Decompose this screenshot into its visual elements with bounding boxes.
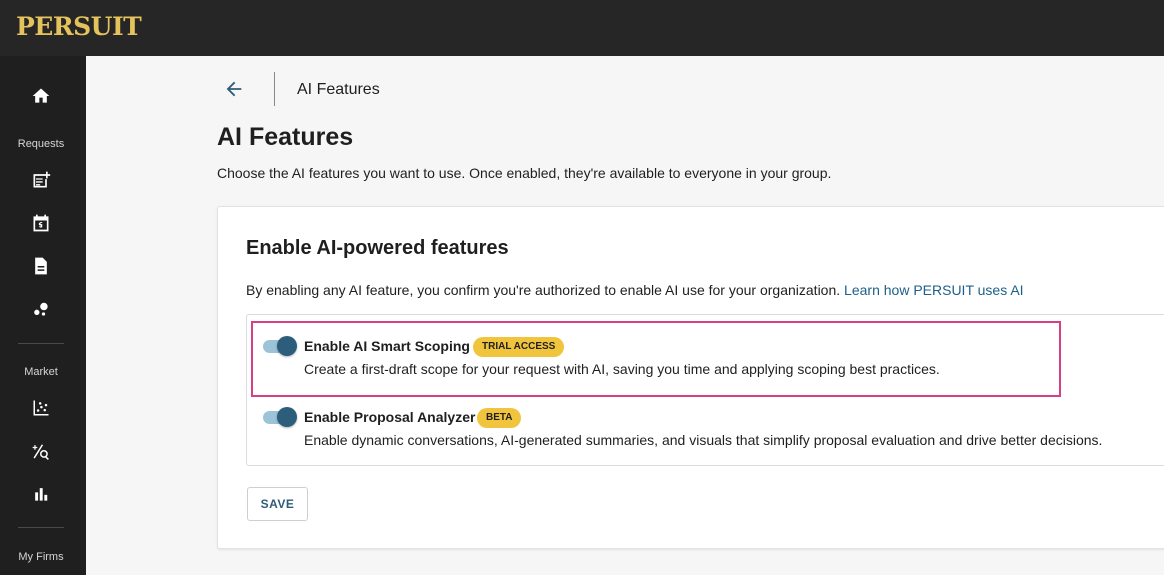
card-description: By enabling any AI feature, you confirm … [246, 282, 1024, 298]
beta-badge: BETA [477, 408, 522, 428]
feature-description: Enable dynamic conversations, AI-generat… [304, 432, 1103, 448]
page-description: Choose the AI features you want to use. … [217, 165, 832, 181]
card-title: Enable AI-powered features [246, 237, 509, 259]
arrow-left-icon[interactable] [223, 78, 245, 100]
page-title: AI Features [217, 123, 354, 151]
toggle-thumb [277, 407, 297, 427]
ai-features-card: Enable AI-powered features By enabling a… [217, 206, 1164, 549]
breadcrumb-current: AI Features [297, 81, 380, 98]
home-icon[interactable] [30, 85, 52, 107]
main-content: AI Features AI Features Choose the AI fe… [86, 56, 1164, 575]
card-description-text: By enabling any AI feature, you confirm … [246, 282, 841, 298]
scatter-chart-icon[interactable] [30, 397, 52, 419]
proposal-analyzer-toggle[interactable] [261, 407, 297, 427]
feature-description: Create a first-draft scope for your requ… [304, 361, 940, 377]
top-bar: PERSUIT [0, 0, 1164, 56]
highlight-annotation [251, 321, 1061, 397]
breadcrumb-divider [274, 72, 275, 106]
bar-chart-icon[interactable] [30, 483, 52, 505]
feature-name: Enable AI Smart Scoping [304, 338, 470, 354]
bubbles-icon[interactable] [30, 298, 52, 320]
nav-divider [18, 527, 64, 528]
rate-search-icon[interactable] [30, 440, 52, 462]
features-list: Enable AI Smart Scoping TRIAL ACCESS Cre… [246, 314, 1164, 466]
calendar-dollar-icon[interactable] [30, 212, 52, 234]
save-button[interactable]: SAVE [247, 487, 308, 521]
toggle-thumb [277, 336, 297, 356]
nav-section-market: Market [24, 366, 58, 378]
nav-divider [18, 343, 64, 344]
nav-section-my-firms: My Firms [18, 551, 64, 563]
feature-name: Enable Proposal Analyzer [304, 409, 476, 425]
learn-more-link[interactable]: Learn how PERSUIT uses AI [844, 282, 1024, 298]
persuit-logo[interactable]: PERSUIT [16, 12, 142, 41]
new-request-icon[interactable] [30, 169, 52, 191]
smart-scoping-toggle[interactable] [261, 336, 297, 356]
sidebar: Requests Market My Firms [0, 56, 86, 575]
document-icon[interactable] [30, 255, 52, 277]
nav-section-requests: Requests [17, 138, 65, 150]
trial-access-badge: TRIAL ACCESS [473, 337, 565, 357]
